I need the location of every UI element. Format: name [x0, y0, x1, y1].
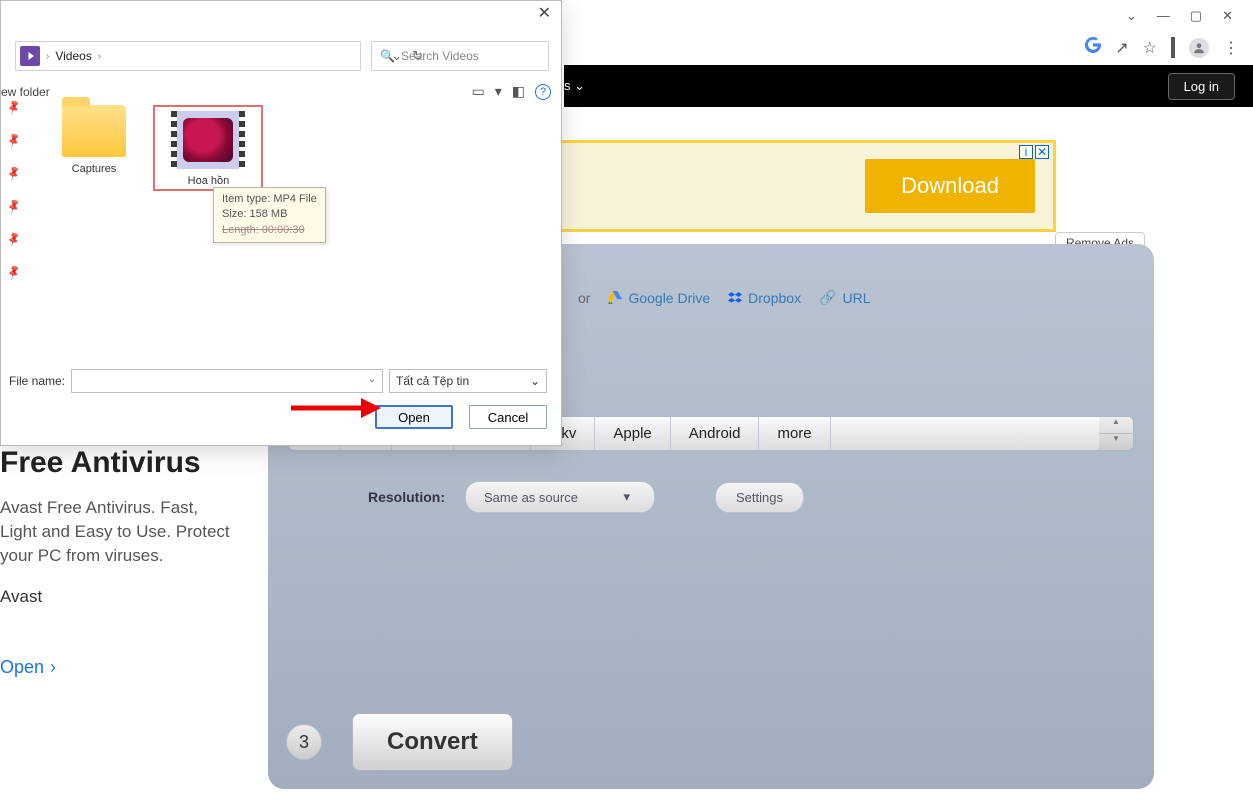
format-tab-more[interactable]: more: [759, 417, 830, 450]
resolution-label: Resolution:: [368, 489, 445, 505]
browser-toolbar: ↗ ☆ ⋮: [1071, 33, 1253, 62]
window-dropdown-icon[interactable]: ⌄: [1126, 8, 1137, 24]
annotation-arrow: [291, 396, 381, 425]
profile-icon[interactable]: [1189, 38, 1209, 58]
nav-pins: 📌 📌 📌 📌 📌 📌: [7, 101, 21, 279]
site-header: s ⌄ Log in: [564, 65, 1253, 107]
bookmark-star-icon[interactable]: ☆: [1143, 38, 1157, 58]
source-or-label: or: [578, 290, 590, 306]
video-caption: Hoa hồn: [161, 175, 255, 187]
header-nav-item[interactable]: s ⌄: [564, 78, 585, 94]
breadcrumb-bar[interactable]: › Videos ›: [15, 41, 361, 71]
tooltip-line: Item type: MP4 File: [222, 192, 317, 207]
new-folder-label[interactable]: ew folder: [1, 85, 50, 99]
sidebar-ad: Free Antivirus Avast Free Antivirus. Fas…: [0, 446, 240, 678]
sidebar-open-label: Open: [0, 657, 44, 678]
convert-button[interactable]: Convert: [352, 713, 513, 771]
chevron-down-icon[interactable]: ⌄: [368, 374, 376, 385]
share-icon[interactable]: ↗: [1115, 38, 1128, 58]
source-url-label: URL: [843, 290, 871, 306]
dialog-close-icon[interactable]: ✕: [538, 3, 551, 23]
search-placeholder: Search Videos: [401, 49, 479, 63]
chevron-right-icon: ›: [50, 657, 56, 678]
ad-info-icon[interactable]: i: [1019, 145, 1033, 159]
source-url[interactable]: 🔗 URL: [819, 289, 870, 306]
view-caret-icon[interactable]: ▾: [495, 83, 502, 100]
login-button[interactable]: Log in: [1168, 73, 1235, 100]
convert-row: 3 Convert: [286, 713, 513, 771]
videos-folder-icon: [20, 46, 40, 66]
resolution-row: Resolution: Same as source ▾ Settings: [368, 481, 1134, 513]
filetype-select[interactable]: Tất cả Tệp tin ⌄: [389, 369, 547, 393]
breadcrumb-separator: ›: [46, 51, 49, 62]
source-dropbox-label: Dropbox: [748, 290, 801, 306]
source-dropbox[interactable]: Dropbox: [728, 290, 801, 306]
file-open-dialog: ✕ › Videos › ⌄ ↻ 🔍 Search Videos ew fold…: [0, 0, 562, 446]
sidebar-ad-open-link[interactable]: Open ›: [0, 657, 232, 678]
settings-button[interactable]: Settings: [715, 482, 804, 513]
ad-controls: i ✕: [1019, 145, 1049, 159]
pin-icon[interactable]: 📌: [5, 98, 23, 116]
pin-icon[interactable]: 📌: [5, 197, 23, 215]
window-minimize-icon[interactable]: —: [1157, 8, 1170, 24]
pin-icon[interactable]: 📌: [5, 263, 23, 281]
folder-icon: [62, 105, 126, 157]
format-tab[interactable]: Android: [671, 417, 760, 450]
format-stepper[interactable]: ▲▼: [1099, 417, 1133, 450]
tooltip-line: Length: 00:00:30: [222, 223, 317, 238]
folder-caption: Captures: [39, 163, 149, 175]
filename-label: File name:: [9, 374, 65, 388]
pin-icon[interactable]: 📌: [5, 164, 23, 182]
chevron-down-icon: ⌄: [530, 374, 540, 388]
search-icon: 🔍: [380, 49, 395, 63]
cancel-button[interactable]: Cancel: [469, 405, 547, 429]
resolution-select[interactable]: Same as source ▾: [465, 481, 655, 513]
google-icon[interactable]: [1085, 37, 1101, 58]
resolution-value: Same as source: [484, 490, 578, 505]
pin-icon[interactable]: 📌: [5, 131, 23, 149]
breadcrumb-separator: ›: [98, 51, 101, 62]
step-badge: 3: [286, 724, 322, 760]
source-google-drive[interactable]: Google Drive: [608, 290, 710, 306]
chevron-down-icon: ▾: [623, 489, 630, 505]
file-tooltip: Item type: MP4 File Size: 158 MB Length:…: [213, 187, 326, 243]
video-thumbnail: [171, 111, 245, 169]
kebab-menu-icon[interactable]: ⋮: [1223, 38, 1239, 58]
window-close-icon[interactable]: ✕: [1222, 8, 1233, 24]
video-file-item[interactable]: Hoa hồn: [153, 105, 263, 191]
filename-input[interactable]: ⌄: [71, 369, 383, 393]
open-button[interactable]: Open: [375, 405, 453, 429]
view-layout-icon[interactable]: ▭: [472, 83, 485, 100]
file-grid: Captures Hoa hồn: [39, 105, 263, 191]
link-icon: 🔗: [819, 289, 836, 306]
sidebar-ad-body: Avast Free Antivirus. Fast, Light and Ea…: [0, 496, 232, 567]
sidebar-ad-title: Free Antivirus: [0, 446, 232, 480]
filetype-value: Tất cả Tệp tin: [396, 374, 469, 388]
preview-pane-icon[interactable]: ◧: [512, 83, 525, 100]
source-google-label: Google Drive: [628, 290, 710, 306]
ad-download-button[interactable]: Download: [865, 159, 1035, 213]
tooltip-line: Size: 158 MB: [222, 207, 317, 222]
dialog-buttons: Open Cancel: [375, 405, 547, 429]
view-toolbar: ▭ ▾ ◧ ?: [472, 83, 552, 100]
folder-item[interactable]: Captures: [39, 105, 149, 175]
format-tab[interactable]: Apple: [595, 417, 670, 450]
source-row: or Google Drive Dropbox 🔗 URL: [578, 289, 1134, 306]
breadcrumb-item[interactable]: Videos: [55, 49, 91, 63]
window-restore-icon[interactable]: ▢: [1190, 8, 1202, 24]
window-controls: ⌄ — ▢ ✕: [1106, 0, 1253, 32]
search-input[interactable]: 🔍 Search Videos: [371, 41, 549, 71]
pin-icon[interactable]: 📌: [5, 230, 23, 248]
sidebar-ad-brand: Avast: [0, 587, 232, 607]
extensions-icon[interactable]: [1171, 39, 1175, 57]
help-icon[interactable]: ?: [535, 84, 551, 100]
ad-close-icon[interactable]: ✕: [1035, 145, 1049, 159]
filename-row: File name: ⌄ Tất cả Tệp tin ⌄: [9, 369, 547, 393]
